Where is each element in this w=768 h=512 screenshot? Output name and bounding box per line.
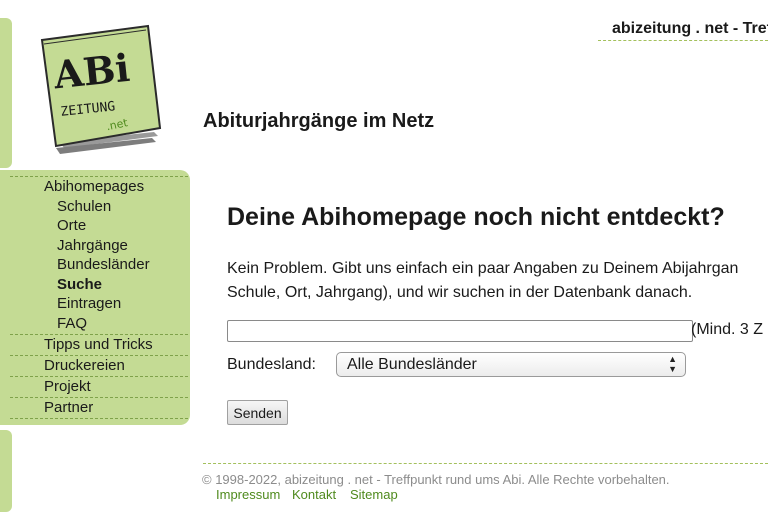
nav-abihomepages[interactable]: Abihomepages	[44, 178, 144, 196]
page-heading: Deine Abihomepage noch nicht entdeckt?	[227, 203, 725, 231]
nav-druckereien[interactable]: Druckereien	[44, 357, 125, 375]
nav-divider	[10, 176, 188, 177]
nav-partner[interactable]: Partner	[44, 399, 93, 417]
intro-line-1: Kein Problem. Gibt uns einfach ein paar …	[227, 260, 739, 277]
footer-link-sitemap[interactable]: Sitemap	[350, 487, 398, 502]
nav-orte[interactable]: Orte	[57, 217, 86, 235]
nav-jahrgaenge[interactable]: Jahrgänge	[57, 237, 128, 255]
nav-divider	[10, 418, 188, 419]
nav-faq[interactable]: FAQ	[57, 315, 87, 333]
submit-button[interactable]: Senden	[227, 400, 288, 425]
sidebar-nav: Abihomepages Schulen Orte Jahrgänge Bund…	[0, 170, 190, 425]
footer-copyright: © 1998-2022, abizeitung . net - Treffpun…	[202, 472, 670, 487]
abizeitung-logo[interactable]: ABi ZEITUNG .net	[38, 24, 162, 160]
left-decor-strip-bottom	[0, 430, 12, 512]
left-decor-strip	[0, 18, 12, 168]
intro-line-2: Schule, Ort, Jahrgang), und wir suchen i…	[227, 284, 693, 301]
intro-text: Kein Problem. Gibt uns einfach ein paar …	[227, 257, 738, 305]
nav-divider	[10, 397, 188, 398]
nav-schulen[interactable]: Schulen	[57, 198, 111, 216]
footer-divider	[203, 463, 768, 464]
nav-divider	[10, 376, 188, 377]
site-tagline: Abiturjahrgänge im Netz	[203, 110, 435, 132]
bundesland-label: Bundesland:	[227, 356, 316, 373]
svg-text:ABi: ABi	[51, 45, 132, 98]
search-hint: (Mind. 3 Z	[691, 321, 764, 338]
bundesland-selected-value: Alle Bundesländer	[347, 356, 477, 373]
bundesland-select[interactable]: Alle Bundesländer ▲ ▼	[336, 352, 686, 377]
search-input[interactable]	[227, 320, 693, 342]
footer-link-kontakt[interactable]: Kontakt	[292, 487, 336, 502]
nav-tipps-und-tricks[interactable]: Tipps und Tricks	[44, 336, 153, 354]
nav-bundeslaender[interactable]: Bundesländer	[57, 256, 150, 274]
nav-divider	[10, 355, 188, 356]
footer-link-impressum[interactable]: Impressum	[216, 487, 280, 502]
nav-projekt[interactable]: Projekt	[44, 378, 91, 396]
header-divider	[598, 40, 768, 41]
select-arrows-icon: ▲ ▼	[668, 354, 677, 374]
site-title: abizeitung . net - Treff	[612, 20, 768, 37]
nav-eintragen[interactable]: Eintragen	[57, 295, 121, 313]
nav-divider	[10, 334, 188, 335]
nav-suche[interactable]: Suche	[57, 276, 102, 294]
